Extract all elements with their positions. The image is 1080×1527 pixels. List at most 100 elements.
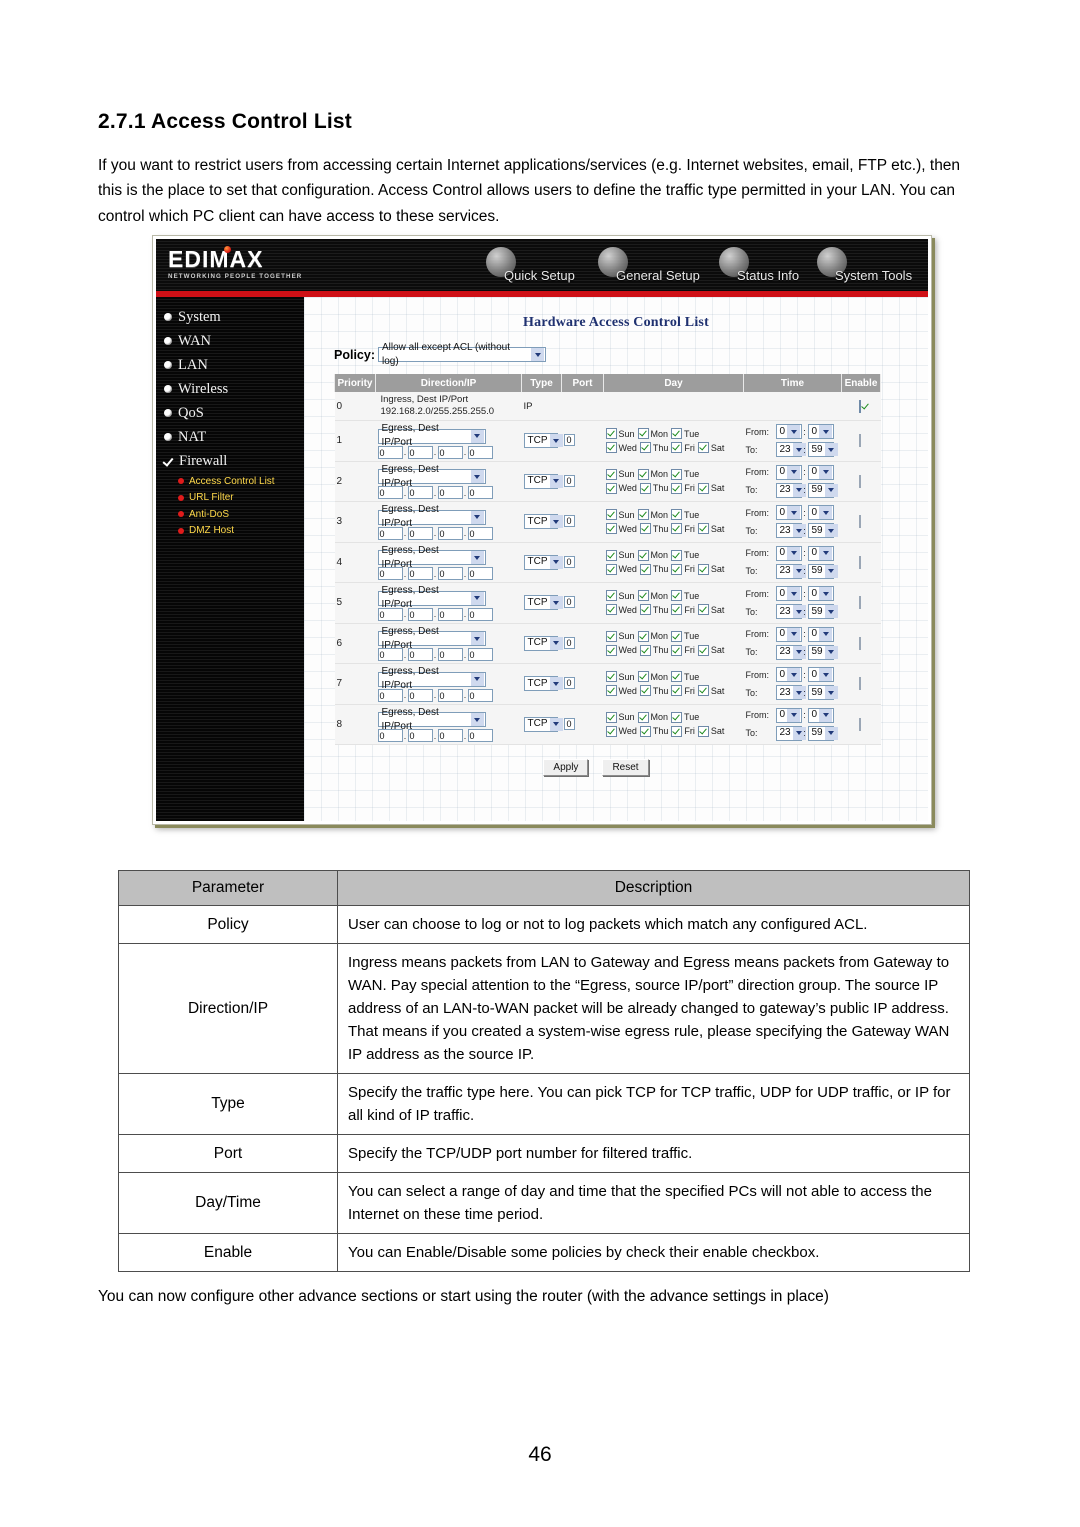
ip-octet-2[interactable]: 0 xyxy=(407,567,433,580)
policy-select[interactable]: Allow all except ACL (without log) xyxy=(378,342,546,367)
day-checkbox-wed[interactable]: Wed xyxy=(605,523,637,535)
day-checkbox-sat[interactable]: Sat xyxy=(697,604,724,616)
day-checkbox-wed[interactable]: Wed xyxy=(605,563,637,575)
day-checkbox-tue[interactable]: Tue xyxy=(671,428,699,440)
day-checkbox-mon[interactable]: Mon xyxy=(637,671,668,683)
day-checkbox-tue[interactable]: Tue xyxy=(671,509,699,521)
day-checkbox-tue[interactable]: Tue xyxy=(671,549,699,561)
type-select[interactable]: TCP xyxy=(523,716,563,732)
day-checkbox-sat[interactable]: Sat xyxy=(697,644,724,656)
ip-octet-2[interactable]: 0 xyxy=(407,648,433,661)
day-checkbox-tue[interactable]: Tue xyxy=(671,671,699,683)
enable-checkbox[interactable] xyxy=(859,474,861,488)
nav-item-status-info[interactable]: Status Info xyxy=(719,245,799,289)
day-checkbox-sun[interactable]: Sun xyxy=(605,590,635,602)
from-minute-select[interactable]: 0 xyxy=(807,667,834,683)
type-select[interactable]: TCP xyxy=(523,595,563,611)
direction-select[interactable]: Egress, Dest IP/Port xyxy=(377,626,486,651)
to-minute-select[interactable]: 59 xyxy=(807,685,838,701)
ip-octet-2[interactable]: 0 xyxy=(407,526,433,540)
sidebar-item-dmz-host[interactable]: DMZ Host xyxy=(156,523,304,540)
direction-select[interactable]: Egress, Dest IP/Port xyxy=(377,585,486,610)
ip-octet-1[interactable]: 0 xyxy=(377,567,403,580)
row-enable[interactable] xyxy=(841,461,881,502)
to-minute-select[interactable]: 59 xyxy=(807,725,838,741)
type-select[interactable]: TCP xyxy=(523,514,563,530)
row-enable[interactable] xyxy=(841,623,881,664)
enable-checkbox[interactable] xyxy=(859,596,861,610)
from-minute-select[interactable]: 0 xyxy=(807,464,834,480)
from-hour-select[interactable]: 0 xyxy=(775,586,802,602)
port-input[interactable]: 0 xyxy=(563,434,575,447)
sidebar-item-nat[interactable]: NAT xyxy=(156,425,304,449)
port-input[interactable]: 0 xyxy=(563,555,575,568)
row-enable[interactable] xyxy=(841,663,881,705)
ip-octet-4[interactable]: 0 xyxy=(467,607,493,621)
port-input[interactable]: 0 xyxy=(563,474,575,487)
ip-octet-3[interactable]: 0 xyxy=(437,567,463,580)
day-checkbox-wed[interactable]: Wed xyxy=(605,482,637,494)
ip-octet-2[interactable]: 0 xyxy=(407,688,433,702)
ip-octet-1[interactable]: 0 xyxy=(377,648,403,661)
day-checkbox-sat[interactable]: Sat xyxy=(697,442,724,454)
day-checkbox-sun[interactable]: Sun xyxy=(605,711,635,723)
day-checkbox-thu[interactable]: Thu xyxy=(639,685,668,697)
day-checkbox-fri[interactable]: Fri xyxy=(671,442,695,454)
row-enable[interactable] xyxy=(841,501,881,543)
day-checkbox-sun[interactable]: Sun xyxy=(605,549,635,561)
ip-octet-3[interactable]: 0 xyxy=(437,729,463,742)
day-checkbox-fri[interactable]: Fri xyxy=(671,482,695,494)
day-checkbox-sun[interactable]: Sun xyxy=(605,630,635,642)
type-select[interactable]: TCP xyxy=(523,433,563,449)
direction-select[interactable]: Egress, Dest IP/Port xyxy=(377,464,486,489)
day-checkbox-sat[interactable]: Sat xyxy=(697,725,724,737)
direction-select[interactable]: Egress, Dest IP/Port xyxy=(377,666,486,691)
day-checkbox-fri[interactable]: Fri xyxy=(671,563,695,575)
type-select[interactable]: TCP xyxy=(523,554,563,570)
enable-checkbox[interactable] xyxy=(859,677,861,691)
from-minute-select[interactable]: 0 xyxy=(807,424,834,440)
day-checkbox-thu[interactable]: Thu xyxy=(639,482,668,494)
from-hour-select[interactable]: 0 xyxy=(775,667,802,683)
from-minute-select[interactable]: 0 xyxy=(807,505,834,521)
sidebar-item-access-control-list[interactable]: Access Control List xyxy=(156,473,304,490)
to-minute-select[interactable]: 59 xyxy=(807,563,838,579)
port-input[interactable]: 0 xyxy=(563,596,575,609)
day-checkbox-wed[interactable]: Wed xyxy=(605,604,637,616)
ip-octet-4[interactable]: 0 xyxy=(467,729,493,742)
row-enable[interactable] xyxy=(841,420,881,462)
from-hour-select[interactable]: 0 xyxy=(775,545,802,561)
row-enable[interactable] xyxy=(841,542,881,583)
enable-checkbox[interactable] xyxy=(859,399,861,413)
to-minute-select[interactable]: 59 xyxy=(807,482,838,498)
from-minute-select[interactable]: 0 xyxy=(807,586,834,602)
day-checkbox-wed[interactable]: Wed xyxy=(605,725,637,737)
day-checkbox-thu[interactable]: Thu xyxy=(639,442,668,454)
to-hour-select[interactable]: 23 xyxy=(775,685,806,701)
day-checkbox-thu[interactable]: Thu xyxy=(639,523,668,535)
ip-octet-1[interactable]: 0 xyxy=(377,486,403,499)
day-checkbox-sun[interactable]: Sun xyxy=(605,468,635,480)
reset-button[interactable]: Reset xyxy=(602,759,649,776)
day-checkbox-mon[interactable]: Mon xyxy=(637,630,668,642)
ip-octet-4[interactable]: 0 xyxy=(467,486,493,499)
day-checkbox-tue[interactable]: Tue xyxy=(671,468,699,480)
day-checkbox-mon[interactable]: Mon xyxy=(637,428,668,440)
day-checkbox-thu[interactable]: Thu xyxy=(639,604,668,616)
day-checkbox-mon[interactable]: Mon xyxy=(637,549,668,561)
nav-item-general-setup[interactable]: General Setup xyxy=(598,245,700,289)
port-input[interactable]: 0 xyxy=(563,717,575,730)
enable-checkbox[interactable] xyxy=(859,717,861,731)
day-checkbox-fri[interactable]: Fri xyxy=(671,725,695,737)
day-checkbox-wed[interactable]: Wed xyxy=(605,685,637,697)
ip-octet-3[interactable]: 0 xyxy=(437,607,463,621)
to-hour-select[interactable]: 23 xyxy=(775,644,806,660)
day-checkbox-mon[interactable]: Mon xyxy=(637,468,668,480)
from-minute-select[interactable]: 0 xyxy=(807,626,834,642)
ip-octet-2[interactable]: 0 xyxy=(407,445,433,459)
to-minute-select[interactable]: 59 xyxy=(807,442,838,458)
ip-octet-3[interactable]: 0 xyxy=(437,526,463,540)
from-minute-select[interactable]: 0 xyxy=(807,545,834,561)
day-checkbox-tue[interactable]: Tue xyxy=(671,630,699,642)
to-hour-select[interactable]: 23 xyxy=(775,563,806,579)
